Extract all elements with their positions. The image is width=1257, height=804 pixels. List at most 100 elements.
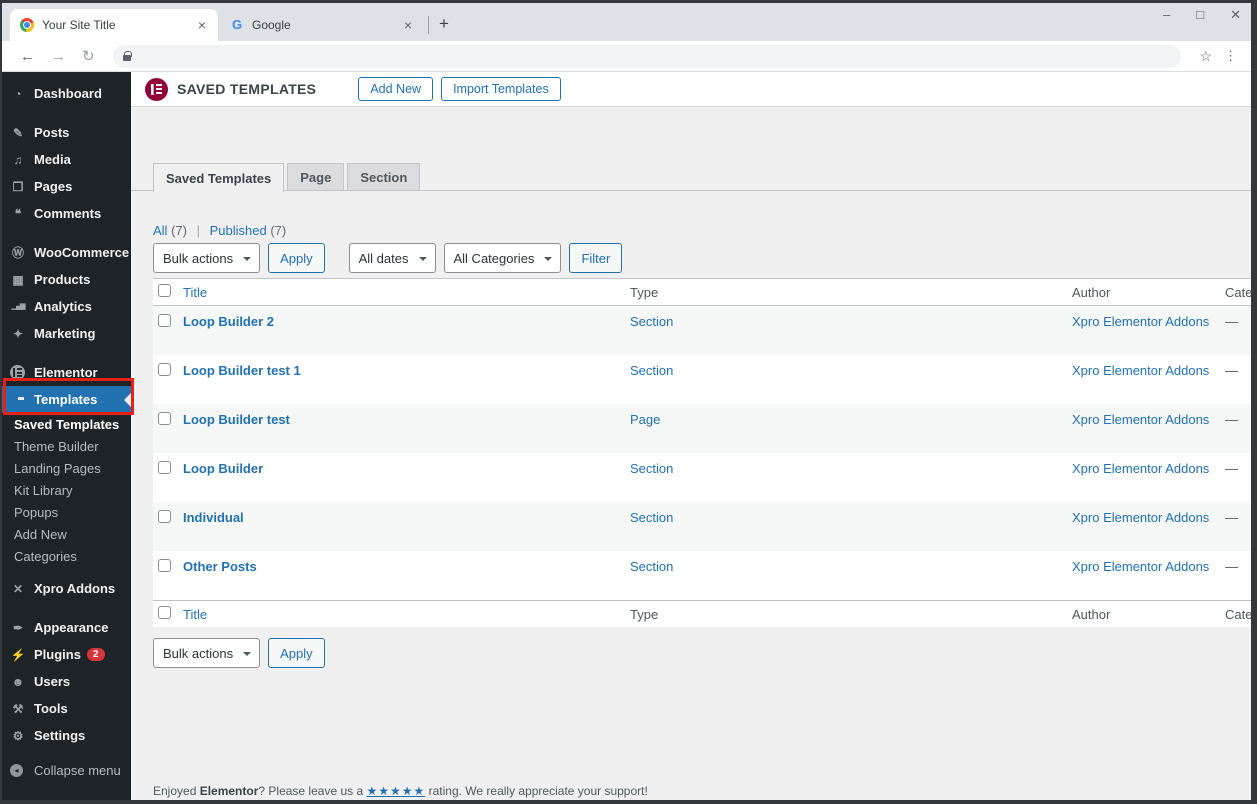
template-categories: — — [1225, 461, 1238, 476]
templates-table: Title Type Author Categories Loop Builde… — [153, 278, 1251, 627]
table-row: Other Posts Section Xpro Elementor Addon… — [153, 551, 1251, 600]
table-footer-row: Title Type Author Categories — [153, 600, 1251, 627]
template-type-link[interactable]: Section — [630, 510, 673, 525]
reload-icon[interactable]: ↻ — [82, 47, 95, 65]
posts-icon: ✎ — [12, 125, 24, 140]
sidebar-item-appearance[interactable]: ✒ Appearance — [2, 614, 131, 641]
submenu-categories[interactable]: Categories — [2, 545, 131, 567]
browser-menu-icon[interactable]: ⋮ — [1224, 48, 1237, 64]
select-all-checkbox[interactable] — [158, 606, 171, 619]
sidebar-item-templates[interactable]: Templates — [2, 386, 131, 413]
tab-close-icon[interactable]: × — [196, 18, 208, 32]
apply-button-bottom[interactable]: Apply — [268, 638, 325, 668]
sidebar-item-products[interactable]: ▦ Products — [2, 266, 131, 293]
rating-stars-link[interactable]: ★★★★★ — [366, 784, 425, 798]
all-categories-select[interactable]: All Categories — [443, 243, 562, 273]
row-checkbox[interactable] — [158, 363, 171, 376]
browser-tab-site[interactable]: Your Site Title × — [10, 9, 218, 41]
tab-page[interactable]: Page — [287, 163, 345, 191]
woocommerce-icon: Ⓦ — [11, 245, 24, 260]
submenu-landing-pages[interactable]: Landing Pages — [2, 457, 131, 479]
minimize-button[interactable]: – — [1163, 7, 1170, 23]
view-published-link[interactable]: Published — [210, 223, 267, 238]
sidebar-item-posts[interactable]: ✎ Posts — [2, 119, 131, 146]
row-checkbox[interactable] — [158, 510, 171, 523]
table-row: Loop Builder 2 Section Xpro Elementor Ad… — [153, 306, 1251, 355]
column-title-sort-link[interactable]: Title — [183, 607, 207, 622]
template-categories: — — [1225, 510, 1238, 525]
template-title-link[interactable]: Individual — [183, 510, 244, 525]
template-type-link[interactable]: Section — [630, 363, 673, 378]
back-icon[interactable]: ← — [20, 48, 35, 65]
sidebar-item-media[interactable]: ♫ Media — [2, 146, 131, 173]
all-dates-select[interactable]: All dates — [348, 243, 436, 273]
template-title-link[interactable]: Loop Builder test 1 — [183, 363, 301, 378]
media-icon: ♫ — [13, 152, 23, 167]
google-g-icon: G — [231, 17, 243, 32]
add-new-button[interactable]: Add New — [358, 77, 434, 101]
sidebar-item-users[interactable]: ☻ Users — [2, 668, 131, 695]
sidebar-item-tools[interactable]: ⚒ Tools — [2, 695, 131, 722]
select-all-checkbox[interactable] — [158, 284, 171, 297]
row-checkbox[interactable] — [158, 461, 171, 474]
row-checkbox[interactable] — [158, 559, 171, 572]
new-tab-button[interactable]: + — [433, 14, 455, 34]
sidebar-item-elementor[interactable]: Elementor — [2, 359, 131, 386]
forward-icon[interactable]: → — [51, 48, 66, 65]
template-title-link[interactable]: Other Posts — [183, 559, 257, 574]
template-author-link[interactable]: Xpro Elementor Addons — [1072, 559, 1209, 574]
template-title-link[interactable]: Loop Builder — [183, 461, 263, 476]
sidebar-item-xpro-addons[interactable]: ✕ Xpro Addons — [2, 575, 131, 602]
maximize-button[interactable]: □ — [1196, 7, 1204, 23]
sidebar-item-settings[interactable]: ⚙ Settings — [2, 722, 131, 749]
template-type-link[interactable]: Section — [630, 314, 673, 329]
template-title-link[interactable]: Loop Builder 2 — [183, 314, 274, 329]
column-title-sort-link[interactable]: Title — [183, 285, 207, 300]
main-content: SAVED TEMPLATES Add New Import Templates… — [131, 72, 1251, 800]
table-row: Individual Section Xpro Elementor Addons… — [153, 502, 1251, 551]
template-type-link[interactable]: Page — [630, 412, 660, 427]
sidebar-item-collapse-menu[interactable]: ◂ Collapse menu — [2, 757, 131, 784]
template-author-link[interactable]: Xpro Elementor Addons — [1072, 461, 1209, 476]
bookmark-star-icon[interactable]: ☆ — [1199, 48, 1212, 65]
tab-close-icon[interactable]: × — [402, 18, 414, 32]
template-type-link[interactable]: Section — [630, 461, 673, 476]
tab-divider — [428, 16, 429, 34]
template-author-link[interactable]: Xpro Elementor Addons — [1072, 510, 1209, 525]
submenu-add-new[interactable]: Add New — [2, 523, 131, 545]
sidebar-item-dashboard[interactable]: ◔ Dashboard — [2, 80, 131, 107]
sidebar-item-plugins[interactable]: ⚡ Plugins 2 — [2, 641, 131, 668]
submenu-kit-library[interactable]: Kit Library — [2, 479, 131, 501]
table-row: Loop Builder test 1 Section Xpro Element… — [153, 355, 1251, 404]
template-title-link[interactable]: Loop Builder test — [183, 412, 290, 427]
browser-tab-google[interactable]: G Google × — [220, 9, 424, 41]
users-icon: ☻ — [11, 674, 25, 689]
address-bar[interactable] — [112, 44, 1182, 68]
tab-saved-templates[interactable]: Saved Templates — [153, 163, 285, 192]
sidebar-item-comments[interactable]: ❝ Comments — [2, 200, 131, 227]
template-author-link[interactable]: Xpro Elementor Addons — [1072, 412, 1209, 427]
row-checkbox[interactable] — [158, 314, 171, 327]
sidebar-item-analytics[interactable]: ▁▄▆ Analytics — [2, 293, 131, 320]
submenu-saved-templates[interactable]: Saved Templates — [2, 413, 131, 435]
bulk-actions-select[interactable]: Bulk actions — [153, 243, 261, 273]
filter-button[interactable]: Filter — [569, 243, 623, 273]
apply-button[interactable]: Apply — [268, 243, 325, 273]
import-templates-button[interactable]: Import Templates — [441, 77, 561, 101]
sidebar-item-marketing[interactable]: ✦ Marketing — [2, 320, 131, 347]
sidebar-item-woocommerce[interactable]: Ⓦ WooCommerce — [2, 239, 131, 266]
filter-bar: Bulk actions Apply All dates All Categor… — [153, 243, 623, 273]
view-all-link[interactable]: All — [153, 223, 167, 238]
submenu-theme-builder[interactable]: Theme Builder — [2, 435, 131, 457]
template-author-link[interactable]: Xpro Elementor Addons — [1072, 363, 1209, 378]
template-type-link[interactable]: Section — [630, 559, 673, 574]
chrome-logo-icon — [20, 18, 34, 32]
close-button[interactable]: ✕ — [1230, 7, 1241, 23]
bulk-actions-select-bottom[interactable]: Bulk actions — [153, 638, 261, 668]
table-row: Loop Builder Section Xpro Elementor Addo… — [153, 453, 1251, 502]
template-author-link[interactable]: Xpro Elementor Addons — [1072, 314, 1209, 329]
row-checkbox[interactable] — [158, 412, 171, 425]
sidebar-item-pages[interactable]: ❐ Pages — [2, 173, 131, 200]
tab-section[interactable]: Section — [347, 163, 421, 191]
submenu-popups[interactable]: Popups — [2, 501, 131, 523]
